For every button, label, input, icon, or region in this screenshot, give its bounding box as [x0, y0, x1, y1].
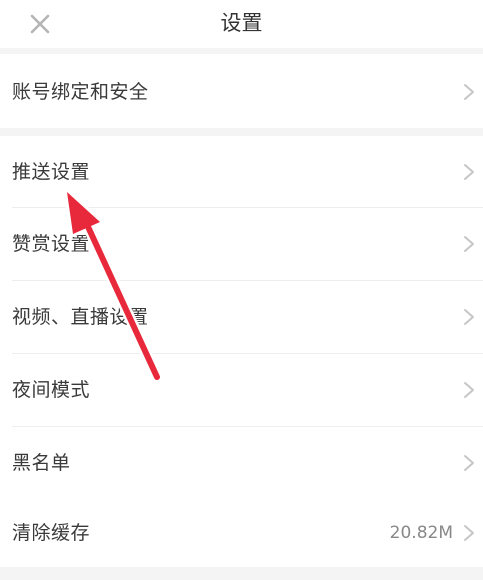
settings-item-clear-cache[interactable]: 清除缓存 20.82M [0, 497, 483, 567]
section-gap [0, 48, 483, 54]
cache-size-value: 20.82M [389, 523, 453, 543]
settings-item-blacklist[interactable]: 黑名单 [0, 427, 483, 499]
settings-screen: 设置 账号绑定和安全 推送设置 赞赏设置 视频、直播设置 夜间模式 黑名单 清除… [0, 0, 483, 580]
settings-item-reward[interactable]: 赞赏设置 [0, 208, 483, 280]
settings-item-video-live[interactable]: 视频、直播设置 [0, 281, 483, 353]
bottom-gap [0, 567, 483, 580]
section-gap [0, 128, 483, 136]
settings-item-account-security[interactable]: 账号绑定和安全 [0, 56, 483, 128]
settings-item-label: 赞赏设置 [12, 233, 91, 255]
settings-item-label: 黑名单 [12, 452, 71, 474]
settings-item-label: 视频、直播设置 [12, 306, 149, 328]
chevron-right-icon [464, 164, 474, 180]
top-bar: 设置 [0, 0, 483, 48]
settings-item-night-mode[interactable]: 夜间模式 [0, 354, 483, 426]
chevron-right-icon [464, 84, 474, 100]
settings-item-label: 推送设置 [12, 161, 91, 183]
page-title: 设置 [220, 11, 263, 35]
chevron-right-icon [464, 236, 474, 252]
chevron-right-icon [464, 455, 474, 471]
settings-item-label: 账号绑定和安全 [12, 81, 149, 103]
settings-item-push[interactable]: 推送设置 [0, 136, 483, 208]
settings-item-label: 清除缓存 [12, 522, 91, 544]
chevron-right-icon [464, 525, 474, 541]
settings-item-label: 夜间模式 [12, 379, 91, 401]
chevron-right-icon [464, 309, 474, 325]
chevron-right-icon [464, 382, 474, 398]
